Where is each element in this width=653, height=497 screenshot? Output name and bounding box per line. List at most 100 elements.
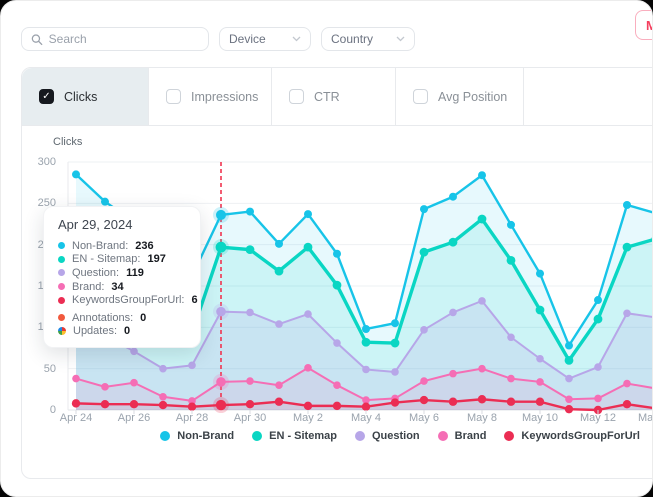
data-point — [449, 193, 457, 201]
x-tick-label: Apr 24 — [60, 412, 92, 424]
data-point — [594, 395, 602, 403]
tooltip-value: 197 — [147, 253, 165, 265]
legend-label: EN - Sitemap — [269, 430, 337, 442]
legend-item[interactable]: Non-Brand — [160, 430, 234, 442]
x-tick-label: May 2 — [293, 412, 323, 424]
tooltip-date: Apr 29, 2024 — [58, 217, 186, 232]
data-point — [478, 297, 486, 305]
x-tick-label: May 6 — [409, 412, 439, 424]
data-point — [565, 405, 573, 413]
data-point — [188, 362, 196, 370]
series-dot-icon — [58, 269, 65, 276]
chart-legend: Non-Brand EN - Sitemap Question Brand Keywor… — [160, 430, 640, 442]
tooltip-row: Non-Brand:236 — [58, 239, 186, 253]
data-point — [449, 370, 457, 378]
highlight-point — [216, 210, 226, 220]
x-tick-label: May 14 — [638, 412, 653, 424]
data-point — [304, 210, 312, 218]
data-point — [333, 402, 341, 410]
updates-multicolor-icon — [58, 327, 66, 335]
highlight-point — [216, 400, 226, 410]
corner-action-button[interactable]: M — [635, 10, 653, 40]
data-point — [565, 356, 574, 365]
legend-item[interactable]: Brand — [438, 430, 487, 442]
checkbox-checked-icon[interactable]: ✓ — [39, 89, 54, 104]
legend-item[interactable]: KeywordsGroupForUrl — [504, 430, 640, 442]
tooltip-row: Updates:0 — [58, 325, 186, 339]
tooltip-value: 0 — [124, 325, 130, 337]
data-point — [623, 400, 631, 408]
data-point — [72, 170, 80, 178]
tooltip-value: 34 — [111, 281, 123, 293]
device-select-label: Device — [229, 32, 266, 46]
data-point — [391, 368, 399, 376]
legend-item[interactable]: EN - Sitemap — [252, 430, 337, 442]
data-point — [536, 270, 544, 278]
tab-clicks[interactable]: ✓ Clicks — [22, 68, 149, 125]
data-point — [362, 366, 370, 374]
data-point — [507, 375, 515, 383]
data-point — [275, 320, 283, 328]
data-point — [246, 377, 254, 385]
y-axis-title: Clicks — [53, 136, 82, 148]
tooltip-label: EN - Sitemap: — [72, 253, 140, 265]
legend-label: Non-Brand — [177, 430, 234, 442]
data-point — [333, 381, 341, 389]
data-point — [478, 395, 486, 403]
data-point — [594, 315, 603, 324]
data-point — [304, 243, 313, 252]
legend-dot-icon — [252, 431, 262, 441]
tooltip-row: Brand:34 — [58, 280, 186, 294]
tooltip-label: Question: — [72, 267, 119, 279]
tab-avg-position[interactable]: Avg Position — [396, 68, 524, 125]
legend-dot-icon — [504, 431, 514, 441]
chevron-down-icon — [396, 36, 405, 42]
checkbox-unchecked-icon[interactable] — [413, 89, 428, 104]
data-point — [304, 402, 312, 410]
tab-ctr[interactable]: CTR — [272, 68, 396, 125]
data-point — [536, 398, 544, 406]
metric-tabs: ✓ Clicks Impressions CTR Avg Position — [22, 68, 653, 126]
legend-dot-icon — [438, 431, 448, 441]
data-point — [623, 243, 632, 252]
data-point — [246, 400, 254, 408]
series-dot-icon — [58, 283, 65, 290]
checkbox-unchecked-icon[interactable] — [289, 89, 304, 104]
y-tick-label: 0 — [30, 404, 56, 416]
data-point — [420, 377, 428, 385]
data-point — [333, 250, 341, 258]
legend-label: Question — [372, 430, 420, 442]
data-point — [333, 339, 341, 347]
data-point — [536, 378, 544, 386]
data-point — [130, 400, 138, 408]
data-point — [420, 248, 429, 257]
country-select[interactable]: Country — [321, 27, 415, 51]
tab-label: CTR — [314, 90, 340, 104]
data-point — [449, 309, 457, 317]
search-input[interactable] — [49, 32, 199, 46]
data-point — [478, 365, 486, 373]
legend-item[interactable]: Question — [355, 430, 420, 442]
search-box[interactable] — [21, 27, 209, 51]
checkbox-unchecked-icon[interactable] — [166, 89, 181, 104]
dashboard-card: Device Country M ✓ Clicks Impressions CT… — [0, 0, 653, 497]
tab-filler — [524, 68, 653, 125]
data-point — [449, 238, 458, 247]
x-tick-label: May 10 — [522, 412, 558, 424]
data-point — [536, 355, 544, 363]
tooltip-label: KeywordsGroupForUrl: — [72, 294, 184, 306]
data-point — [565, 395, 573, 403]
highlight-point — [216, 242, 227, 253]
data-point — [275, 381, 283, 389]
device-select[interactable]: Device — [219, 27, 311, 51]
x-tick-label: Apr 28 — [176, 412, 208, 424]
data-point — [507, 333, 515, 341]
x-tick-label: May 4 — [351, 412, 381, 424]
tooltip-label: Non-Brand: — [72, 240, 128, 252]
data-point — [391, 398, 399, 406]
data-point — [275, 240, 283, 248]
data-point — [159, 393, 167, 401]
tooltip-label: Annotations: — [72, 312, 133, 324]
chevron-down-icon — [292, 36, 301, 42]
tab-impressions[interactable]: Impressions — [149, 68, 272, 125]
